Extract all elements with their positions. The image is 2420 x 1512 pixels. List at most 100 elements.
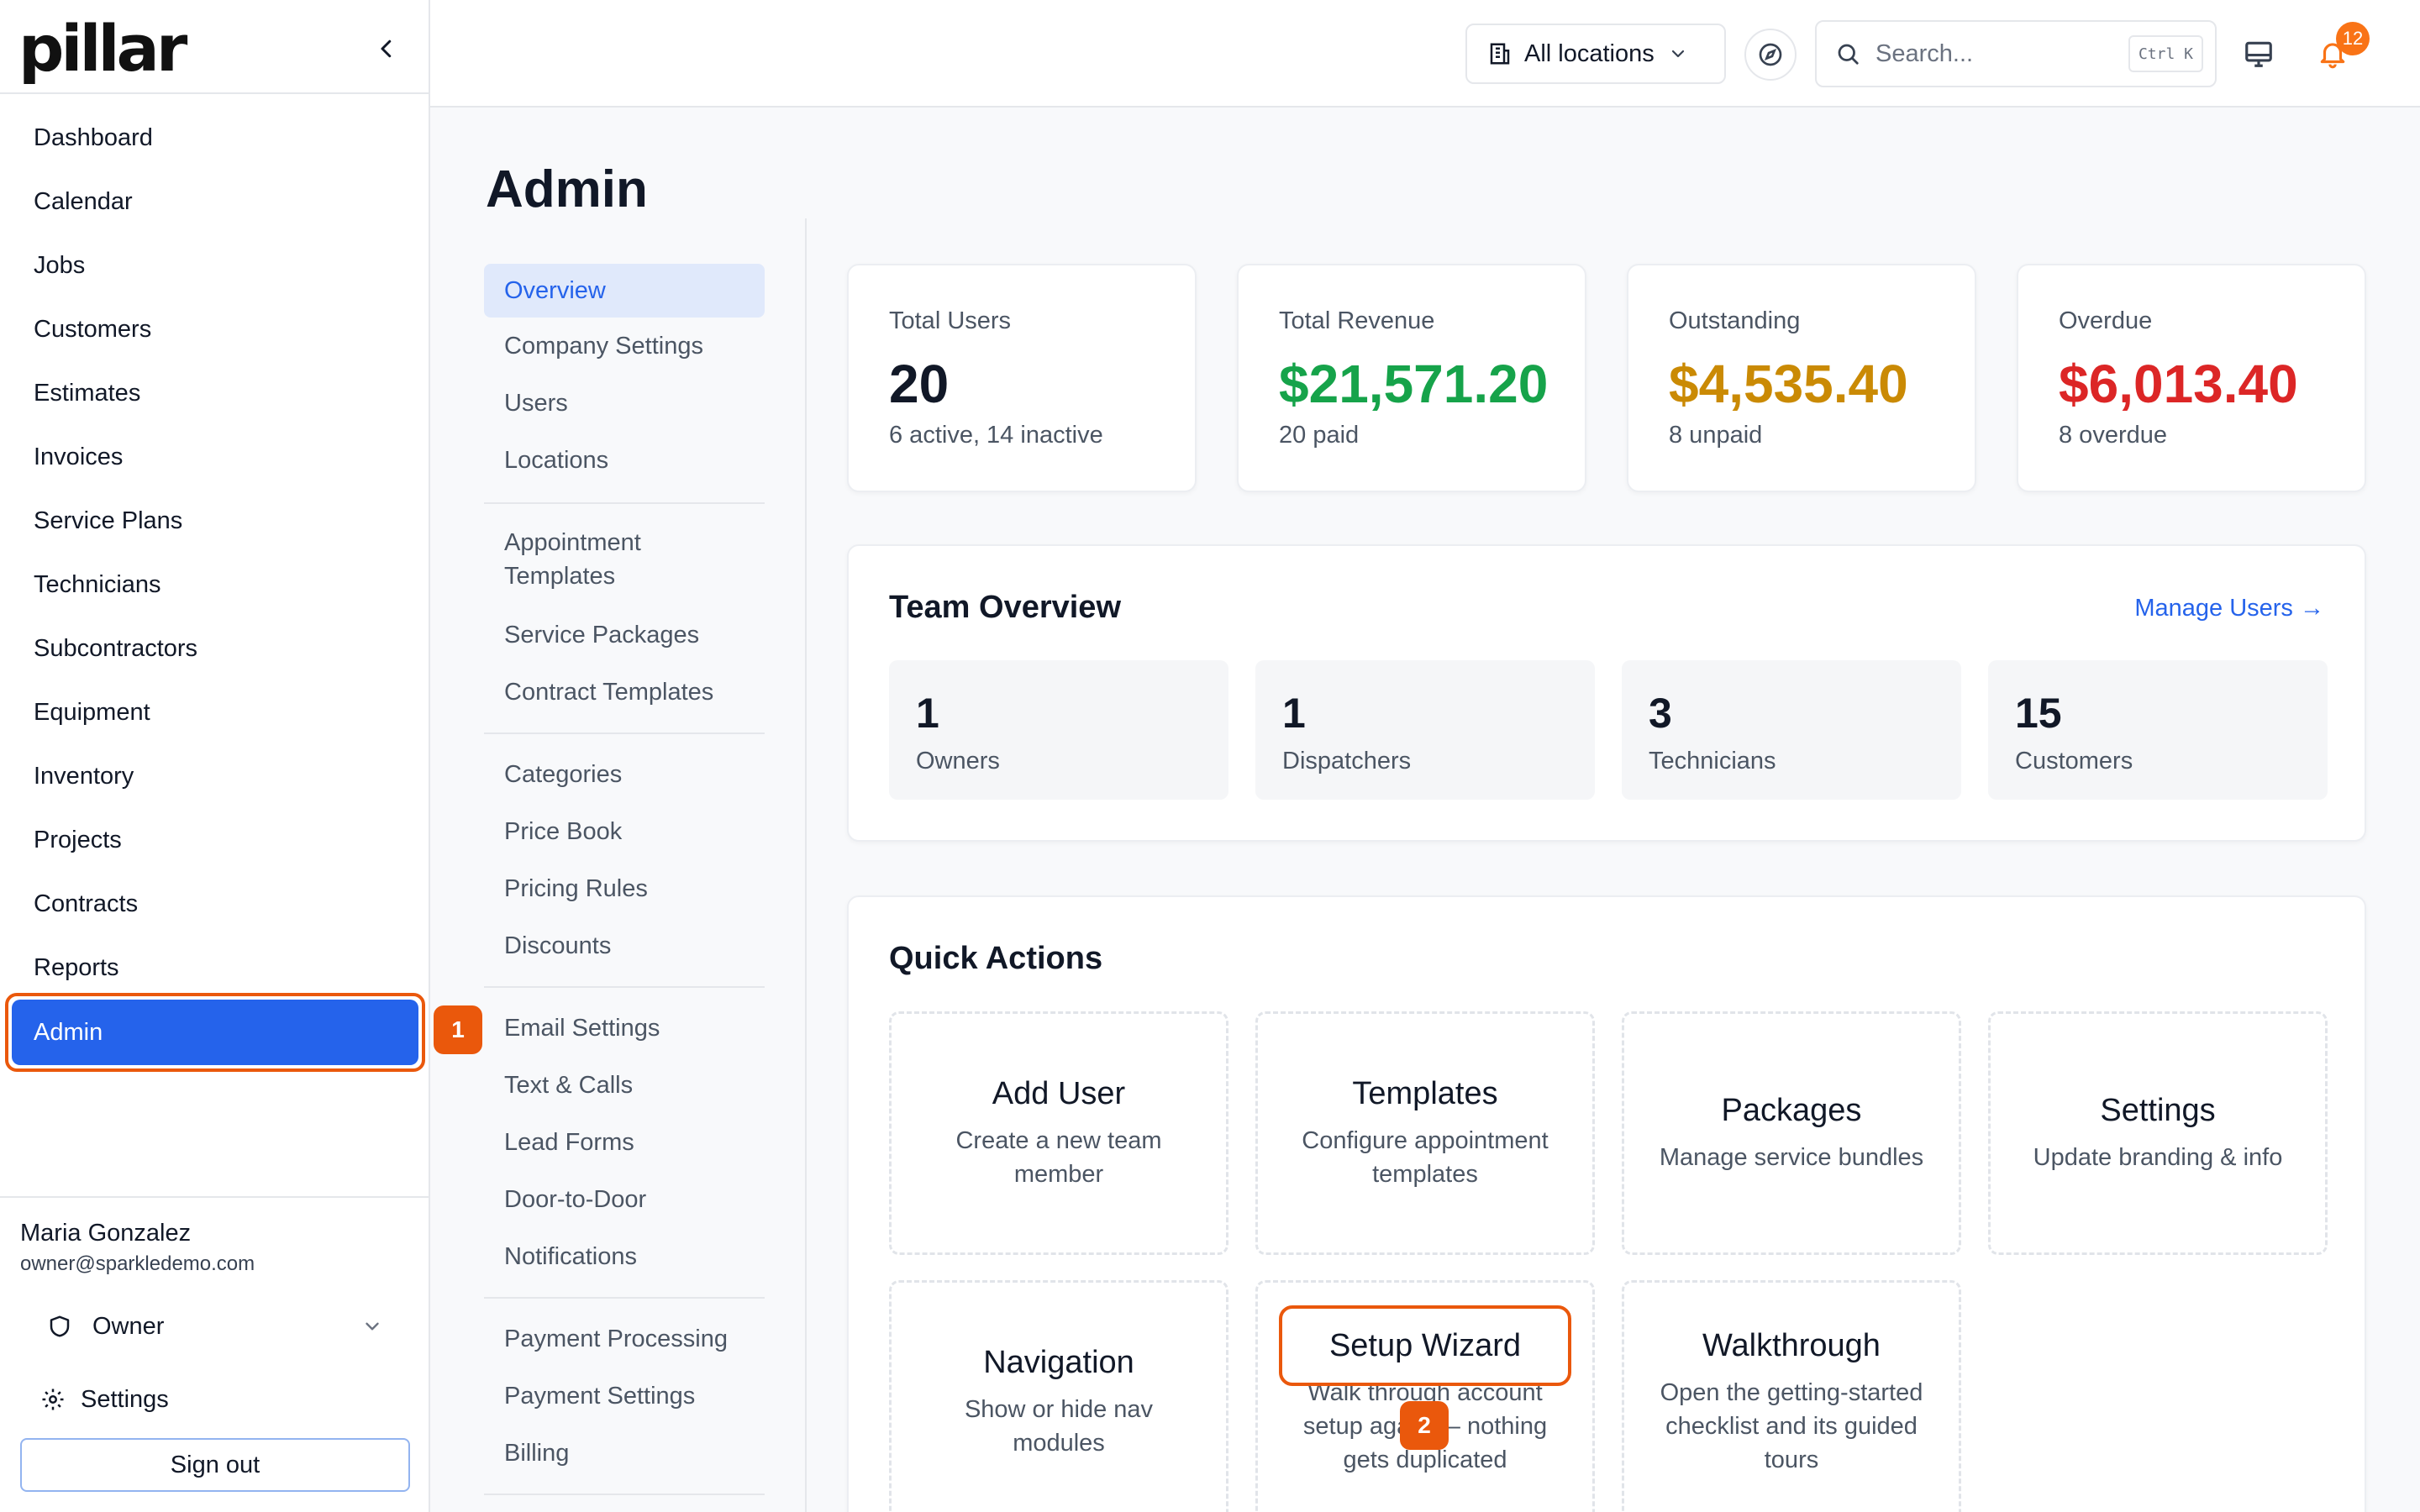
subnav-item-door-to-door[interactable]: Door-to-Door (484, 1183, 765, 1216)
sidebar-item-technicians[interactable]: Technicians (0, 553, 430, 617)
quick-action-title: Walkthrough (1702, 1327, 1881, 1363)
role-selector[interactable]: Owner (47, 1305, 383, 1347)
stat-card-total-users: Total Users 20 6 active, 14 inactive (847, 264, 1197, 492)
page-title: Admin (486, 160, 648, 218)
subnav-item-users[interactable]: Users (484, 386, 765, 420)
subnav-item-billing[interactable]: Billing (484, 1436, 765, 1470)
quick-action-settings[interactable]: Settings Update branding & info (1988, 1011, 2328, 1255)
quick-action-add-user[interactable]: Add User Create a new team member (889, 1011, 1228, 1255)
sidebar-item-contracts[interactable]: Contracts (0, 872, 430, 936)
quick-action-desc: Manage service bundles (1659, 1143, 1924, 1171)
sidebar-item-jobs[interactable]: Jobs (0, 234, 430, 297)
sidebar-item-dashboard[interactable]: Dashboard (0, 106, 430, 170)
quick-action-desc: Configure appointment templates (1302, 1126, 1549, 1188)
chevron-down-icon (1671, 50, 1684, 58)
team-count: 15 (2015, 690, 2062, 737)
sidebar-item-reports[interactable]: Reports (0, 936, 430, 1000)
subnav-item-appointment-templates[interactable]: Appointment Templates (484, 526, 702, 593)
quick-action-title: Navigation (983, 1344, 1134, 1380)
divider (484, 986, 765, 988)
divider (484, 1297, 765, 1299)
subnav-item-categories[interactable]: Categories (484, 758, 765, 791)
subnav-item-lead-forms[interactable]: Lead Forms (484, 1126, 765, 1159)
quick-action-walkthrough[interactable]: Walkthrough Open the getting-started che… (1622, 1280, 1961, 1512)
sidebar-item-admin[interactable]: Admin (5, 993, 425, 1072)
stat-card-total-revenue: Total Revenue $21,571.20 20 paid (1237, 264, 1586, 492)
team-tile-technicians[interactable]: 3 Technicians (1622, 660, 1961, 800)
divider (484, 1494, 765, 1495)
subnav-item-contract-templates[interactable]: Contract Templates (484, 675, 765, 709)
team-label: Dispatchers (1282, 748, 1412, 774)
settings-link[interactable]: Settings (40, 1381, 169, 1418)
subnav-item-service-packages[interactable]: Service Packages (484, 618, 765, 652)
divider (484, 502, 765, 504)
sidebar-item-equipment[interactable]: Equipment (0, 680, 430, 744)
sidebar-item-service-plans[interactable]: Service Plans (0, 489, 430, 553)
subnav-item-company-settings[interactable]: Company Settings (484, 329, 765, 363)
section-title: Team Overview (889, 590, 1122, 625)
stat-label: Total Revenue (1279, 307, 1435, 334)
sidebar-item-projects[interactable]: Projects (0, 808, 430, 872)
divider (484, 732, 765, 734)
search-icon (1838, 44, 1859, 65)
collapse-sidebar-button[interactable] (368, 30, 405, 67)
subnav-item-notifications[interactable]: Notifications (484, 1240, 765, 1273)
stat-sub: 8 overdue (2059, 422, 2167, 449)
team-tile-owners[interactable]: 1 Owners (889, 660, 1228, 800)
sidebar-nav: Dashboard Calendar Jobs Customers Estima… (0, 106, 430, 1072)
quick-action-templates[interactable]: Templates Configure appointment template… (1255, 1011, 1595, 1255)
subnav-item-payment-settings[interactable]: Payment Settings (484, 1379, 765, 1413)
location-selector[interactable]: All locations (1465, 24, 1726, 84)
sidebar-item-estimates[interactable]: Estimates (0, 361, 430, 425)
subnav-item-email-settings[interactable]: Email Settings (484, 1011, 765, 1045)
subnav-item-pricing-rules[interactable]: Pricing Rules (484, 872, 765, 906)
sign-out-button[interactable]: Sign out (20, 1438, 410, 1492)
stat-value: $4,535.40 (1669, 354, 1908, 414)
sidebar-item-inventory[interactable]: Inventory (0, 744, 430, 808)
chevron-down-icon (366, 1322, 379, 1331)
search-input[interactable] (1876, 39, 2102, 68)
quick-action-packages[interactable]: Packages Manage service bundles (1622, 1011, 1961, 1255)
setup-wizard-highlight[interactable]: Setup Wizard (1279, 1305, 1571, 1386)
subnav-item-payment-processing[interactable]: Payment Processing (484, 1322, 765, 1356)
subnav-item-locations[interactable]: Locations (484, 444, 765, 477)
team-count: 1 (916, 690, 939, 737)
section-title: Quick Actions (889, 941, 1103, 976)
team-overview-card: Team Overview Manage Users → 1 Owners 1 … (847, 544, 2366, 842)
sidebar-item-calendar[interactable]: Calendar (0, 170, 430, 234)
divider (0, 1196, 430, 1198)
user-info: Maria Gonzalez owner@sparkledemo.com (20, 1220, 255, 1276)
stat-sub: 6 active, 14 inactive (889, 422, 1103, 449)
quick-action-desc: Create a new team member (955, 1126, 1162, 1188)
user-email: owner@sparkledemo.com (20, 1252, 255, 1275)
stat-card-outstanding: Outstanding $4,535.40 8 unpaid (1627, 264, 1976, 492)
sidebar-item-subcontractors[interactable]: Subcontractors (0, 617, 430, 680)
subnav-item-overview[interactable]: Overview (484, 264, 765, 318)
stat-value: $21,571.20 (1279, 354, 1549, 414)
notification-count-badge: 12 (2336, 22, 2370, 55)
subnav-item-discounts[interactable]: Discounts (484, 929, 765, 963)
settings-label: Settings (81, 1385, 169, 1413)
stat-label: Total Users (889, 307, 1012, 334)
search-box[interactable]: Ctrl K (1815, 20, 2217, 87)
manage-users-link[interactable]: Manage Users → (2134, 595, 2324, 622)
sidebar-item-customers[interactable]: Customers (0, 297, 430, 361)
subnav-item-text-calls[interactable]: Text & Calls (484, 1068, 765, 1102)
team-tile-dispatchers[interactable]: 1 Dispatchers (1255, 660, 1595, 800)
notifications-button[interactable]: 12 (2312, 22, 2370, 74)
building-icon (1490, 43, 1510, 65)
subnav-item-price-book[interactable]: Price Book (484, 815, 765, 848)
display-button[interactable] (2238, 34, 2279, 74)
divider (0, 92, 430, 94)
pillar-logo[interactable]: pillar (18, 15, 187, 82)
team-tile-customers[interactable]: 15 Customers (1988, 660, 2328, 800)
quick-action-navigation[interactable]: Navigation Show or hide nav modules (889, 1280, 1228, 1512)
quick-action-title: Packages (1721, 1092, 1862, 1128)
team-label: Owners (916, 748, 1000, 774)
team-count: 3 (1649, 690, 1672, 737)
location-label: All locations (1524, 39, 1655, 67)
sidebar-item-invoices[interactable]: Invoices (0, 425, 430, 489)
explore-button[interactable] (1744, 29, 1797, 81)
step-marker-2: 2 (1400, 1401, 1449, 1450)
quick-action-title: Add User (992, 1075, 1126, 1111)
